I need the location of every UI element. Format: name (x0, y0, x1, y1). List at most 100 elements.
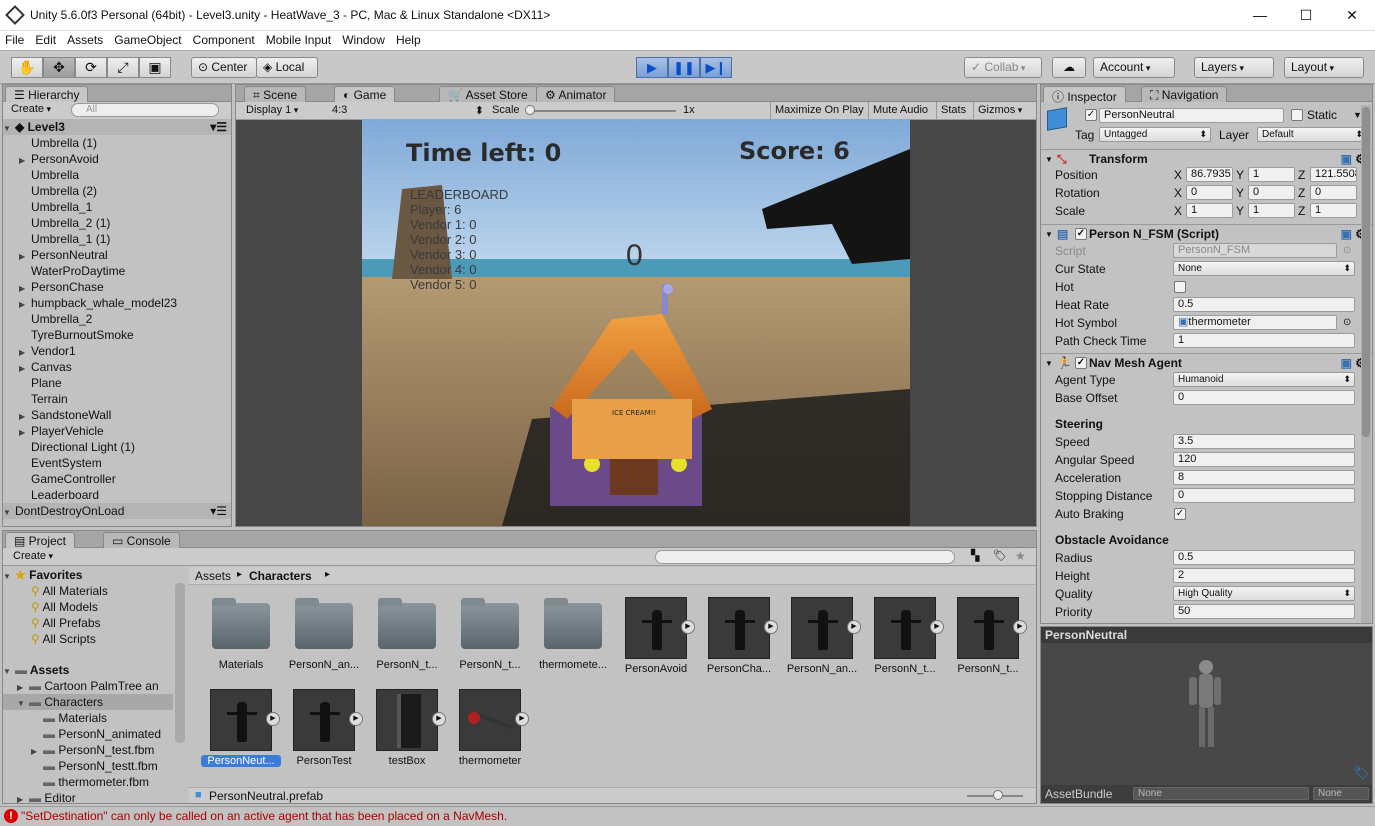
transform-header[interactable]: ▼ ⤡ Transform ▣ ⚙ (1041, 149, 1372, 169)
step-button-icon[interactable]: ▶❙ (700, 57, 732, 78)
status-bar[interactable]: ! "SetDestination" can only be called on… (0, 806, 1375, 826)
collapse-arrow-icon[interactable]: ▼ (1045, 354, 1053, 373)
folder-asset[interactable]: PersonN_an... (284, 597, 364, 671)
agent-type-dropdown[interactable]: Humanoid (1173, 372, 1355, 387)
menu-component[interactable]: Component (190, 31, 258, 49)
tab-asset-store[interactable]: 🛒 Asset Store (439, 86, 537, 102)
expand-asset-icon[interactable]: ▶ (432, 712, 446, 726)
play-button-icon[interactable]: ▶ (636, 57, 668, 78)
menu-gameobject[interactable]: GameObject (111, 31, 184, 49)
layers-dropdown[interactable]: Layers (1194, 57, 1274, 78)
menu-file[interactable]: File (2, 31, 27, 49)
gizmos-dropdown[interactable]: Gizmos (973, 102, 1026, 119)
object-picker-icon[interactable]: ⊙ (1343, 244, 1351, 258)
help-icon[interactable]: ▣ (1341, 225, 1352, 244)
project-search-input[interactable] (655, 550, 955, 564)
base-offset-field[interactable]: 0 (1173, 390, 1355, 405)
folder-asset[interactable]: thermomete... (533, 597, 613, 671)
radius-field[interactable]: 0.5 (1173, 550, 1355, 565)
tab-scene[interactable]: ⌗ Scene (244, 86, 307, 102)
hierarchy-item[interactable]: Plane (3, 375, 231, 391)
breadcrumb-characters[interactable]: Characters (249, 569, 312, 583)
angular-speed-field[interactable]: 120 (1173, 452, 1355, 467)
minimize-button[interactable]: — (1237, 0, 1283, 31)
hierarchy-item[interactable]: TyreBurnoutSmoke (3, 327, 231, 343)
static-checkbox[interactable] (1291, 109, 1303, 121)
hierarchy-item[interactable]: ▶ humpback_whale_model23 (3, 295, 231, 311)
height-field[interactable]: 2 (1173, 568, 1355, 583)
asset-item[interactable]: ▶ PersonTest (284, 689, 364, 767)
rect-tool-icon[interactable]: ▣ (139, 57, 171, 78)
menu-mobile-input[interactable]: Mobile Input (263, 31, 334, 49)
hierarchy-item[interactable]: ▶ PersonChase (3, 279, 231, 295)
expand-arrow-icon[interactable]: ▼ (3, 505, 15, 521)
tab-hierarchy[interactable]: ☰ Hierarchy (5, 86, 89, 102)
help-icon[interactable]: ▣ (1341, 354, 1352, 373)
tree-item[interactable]: ▬ PersonN_testt.fbm (3, 758, 173, 774)
acceleration-field[interactable]: 8 (1173, 470, 1355, 485)
project-create-dropdown[interactable]: Create (13, 550, 53, 562)
menu-edit[interactable]: Edit (32, 31, 59, 49)
close-button[interactable]: ✕ (1329, 0, 1375, 31)
layer-dropdown[interactable]: Default (1257, 127, 1367, 142)
asset-item[interactable]: ▶ testBox (367, 689, 447, 767)
breadcrumb-assets[interactable]: Assets (195, 569, 231, 583)
pause-button-icon[interactable]: ❚❚ (668, 57, 700, 78)
maximize-button[interactable]: ☐ (1283, 0, 1329, 31)
favorite-item[interactable]: ⚲ All Scripts (31, 631, 96, 647)
favorite-item[interactable]: ⚲ All Materials (31, 583, 108, 599)
stopping-distance-field[interactable]: 0 (1173, 488, 1355, 503)
dontdestroy-header[interactable]: ▼ DontDestroyOnLoad ▾☰ (3, 503, 231, 519)
menu-help[interactable]: Help (393, 31, 424, 49)
asset-item[interactable]: ▶ PersonNeut... (201, 689, 281, 767)
scene-menu-icon[interactable]: ▾☰ (210, 503, 227, 519)
tag-dropdown[interactable]: Untagged (1099, 127, 1211, 142)
hierarchy-item[interactable]: ▶ PersonAvoid (3, 151, 231, 167)
move-tool-icon[interactable]: ✥ (43, 57, 75, 78)
hierarchy-item[interactable]: ▶ SandstoneWall (3, 407, 231, 423)
asset-item[interactable]: ▶ PersonN_t... (865, 597, 945, 675)
asset-item[interactable]: ▶ PersonCha... (699, 597, 779, 675)
scene-header[interactable]: ▼ ◆ Level3 ▾☰ (3, 119, 231, 135)
position-x-field[interactable]: 86.7935 (1186, 167, 1233, 182)
hierarchy-item[interactable]: Umbrella (3, 167, 231, 183)
favorites-header[interactable]: ▼ ★ Favorites (3, 567, 82, 583)
heat-rate-field[interactable]: 0.5 (1173, 297, 1355, 312)
hierarchy-item[interactable]: WaterProDaytime (3, 263, 231, 279)
filter-label-icon[interactable]: 🏷 (993, 549, 1007, 562)
scale-slider[interactable] (528, 110, 676, 112)
tree-item[interactable]: ▬ Materials (3, 710, 173, 726)
pivot-center-button[interactable]: ⊙ Center (191, 57, 257, 78)
layout-dropdown[interactable]: Layout (1284, 57, 1364, 78)
expand-asset-icon[interactable]: ▶ (847, 620, 861, 634)
hierarchy-create-dropdown[interactable]: Create (11, 103, 51, 115)
expand-asset-icon[interactable]: ▶ (266, 712, 280, 726)
expand-asset-icon[interactable]: ▶ (764, 620, 778, 634)
hot-checkbox[interactable] (1174, 281, 1186, 293)
navmesh-agent-header[interactable]: ▼ 🏃 ✓ Nav Mesh Agent ▣ ⚙ (1041, 353, 1372, 373)
tag-icon[interactable]: 🏷 (1353, 765, 1370, 781)
maximize-on-play-toggle[interactable]: Maximize On Play (770, 102, 868, 119)
favorite-star-icon[interactable]: ★ (1015, 549, 1026, 563)
fsm-script-header[interactable]: ▼ ▤ ✓ Person N_FSM (Script) ▣ ⚙ (1041, 224, 1372, 244)
active-checkbox[interactable]: ✓ (1085, 109, 1097, 121)
path-check-field[interactable]: 1 (1173, 333, 1355, 348)
folder-asset[interactable]: PersonN_t... (367, 597, 447, 671)
hierarchy-item[interactable]: Umbrella_2 (3, 311, 231, 327)
hierarchy-item[interactable]: Umbrella (1) (3, 135, 231, 151)
favorite-item[interactable]: ⚲ All Prefabs (31, 615, 101, 631)
hierarchy-item[interactable]: ▶ PersonNeutral (3, 247, 231, 263)
asset-item[interactable]: ▶ PersonN_an... (782, 597, 862, 675)
variant-dropdown[interactable]: None (1313, 787, 1369, 800)
scale-x-field[interactable]: 1 (1186, 203, 1233, 218)
scale-y-field[interactable]: 1 (1248, 203, 1295, 218)
position-z-field[interactable]: 121.5508 (1310, 167, 1357, 182)
collab-dropdown[interactable]: ✓ Collab (964, 57, 1042, 78)
hierarchy-item[interactable]: ▶ Vendor1 (3, 343, 231, 359)
hierarchy-item[interactable]: GameController (3, 471, 231, 487)
expand-arrow-icon[interactable]: ▶ (17, 792, 29, 803)
hierarchy-item[interactable]: Leaderboard (3, 487, 231, 503)
position-y-field[interactable]: 1 (1248, 167, 1295, 182)
folder-asset[interactable]: Materials (201, 597, 281, 671)
hand-tool-icon[interactable]: ✋ (11, 57, 43, 78)
